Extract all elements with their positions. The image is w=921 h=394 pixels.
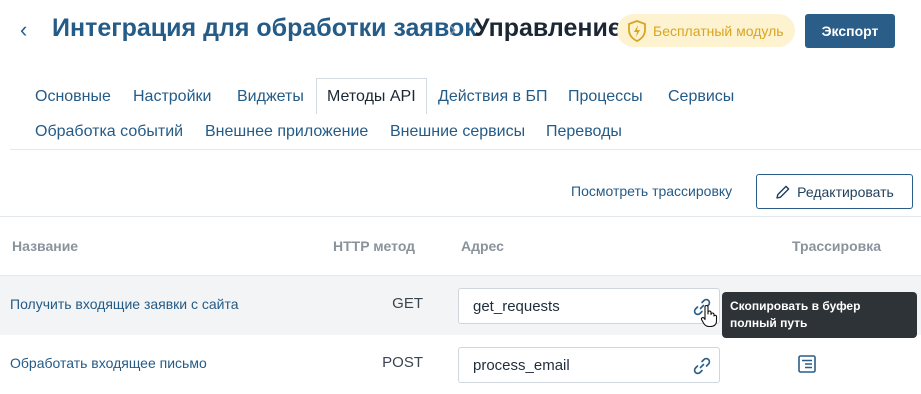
tab-api-methods[interactable]: Методы API <box>316 78 427 114</box>
tab-bp-actions[interactable]: Действия в БП <box>438 88 548 106</box>
tab-services[interactable]: Сервисы <box>668 88 734 106</box>
column-name-header: Название <box>12 238 79 254</box>
link-copy-icon[interactable] <box>691 355 713 377</box>
tab-event-handling[interactable]: Обработка событий <box>35 123 183 141</box>
address-field[interactable]: process_email <box>458 347 720 383</box>
copy-tooltip: Скопировать в буфер полный путь <box>722 292 917 338</box>
column-address-header: Адрес <box>461 238 504 254</box>
method-name-link[interactable]: Получить входящие заявки с сайта <box>10 296 239 312</box>
tab-external-services[interactable]: Внешние сервисы <box>390 123 525 141</box>
page-header: ‹ Интеграция для обработки заявок › Упра… <box>0 0 921 62</box>
column-method-header: HTTP метод <box>333 238 416 254</box>
shield-lightning-icon <box>628 19 646 42</box>
badge-label: Бесплатный модуль <box>653 22 784 39</box>
page-title: Управление <box>474 14 622 42</box>
http-method: POST <box>382 354 423 371</box>
method-name-link[interactable]: Обработать входящее письмо <box>10 355 207 371</box>
http-method: GET <box>392 295 423 312</box>
address-field[interactable]: get_requests <box>458 288 720 324</box>
back-icon[interactable]: ‹ <box>20 17 38 43</box>
free-module-badge: Бесплатный модуль <box>617 14 795 47</box>
view-trace-link[interactable]: Посмотреть трассировку <box>571 183 732 199</box>
address-value: get_requests <box>473 298 560 315</box>
tab-widgets[interactable]: Виджеты <box>237 88 304 106</box>
hand-cursor-icon <box>700 305 718 328</box>
address-value: process_email <box>473 357 570 374</box>
export-button[interactable]: Экспорт <box>805 14 895 48</box>
tab-settings[interactable]: Настройки <box>133 88 211 106</box>
tab-external-app[interactable]: Внешнее приложение <box>205 123 368 141</box>
table-row: Обработать входящее письмо POST process_… <box>0 335 921 394</box>
breadcrumb-parent[interactable]: Интеграция для обработки заявок <box>52 14 477 43</box>
tabs-divider <box>10 149 921 150</box>
breadcrumb-separator-icon: › <box>449 16 457 41</box>
edit-button-label: Редактировать <box>797 183 894 200</box>
pencil-icon <box>776 185 790 199</box>
tab-basic[interactable]: Основные <box>35 88 111 106</box>
trace-log-icon[interactable] <box>796 353 818 375</box>
tab-translations[interactable]: Переводы <box>546 123 622 141</box>
table-header: Название HTTP метод Адрес Трассировка <box>0 216 921 276</box>
column-trace-header: Трассировка <box>792 238 882 254</box>
tab-processes[interactable]: Процессы <box>568 88 643 106</box>
edit-button[interactable]: Редактировать <box>756 174 913 209</box>
